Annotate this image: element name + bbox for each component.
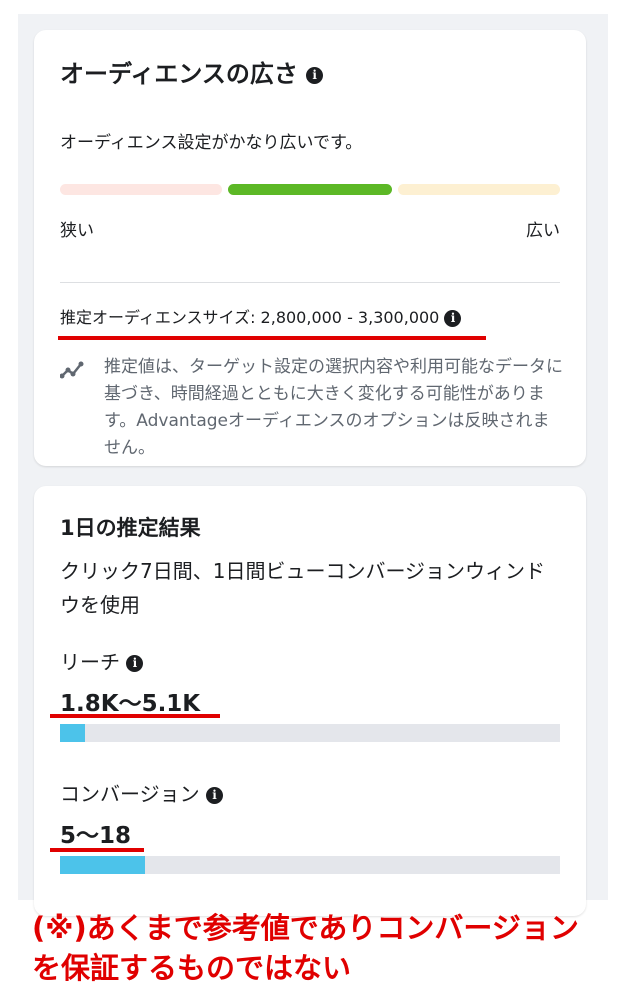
audience-size: 推定オーディエンスサイズ: 2,800,000 - 3,300,000 [60,308,440,327]
reach-label: リーチ [60,650,120,674]
info-icon[interactable]: i [444,310,462,327]
red-underline-annotation [50,714,220,718]
conversion-bar [60,856,560,874]
reach-bar [60,724,560,742]
meter-broad-segment [398,184,560,195]
reach-value: 1.8K〜5.1K [60,691,201,717]
meter-narrow-segment [60,184,222,195]
audience-description: オーディエンス設定がかなり広いです。 [60,133,363,153]
trend-icon [59,358,86,382]
audience-title-row: オーディエンスの広さ i [60,54,324,89]
red-underline-annotation [50,848,144,852]
info-icon[interactable]: i [205,787,223,804]
reach-bar-fill [60,724,85,742]
divider [60,282,560,283]
red-underline-annotation [58,336,486,340]
info-icon[interactable]: i [306,66,324,84]
audience-size-row: 推定オーディエンスサイズ: 2,800,000 - 3,300,000 i [60,304,462,328]
daily-results-card: 1日の推定結果 クリック7日間、1日間ビューコンバージョンウィンドウを使用 リー… [34,486,586,916]
audience-title: オーディエンスの広さ [60,60,298,88]
info-icon[interactable]: i [126,655,144,672]
conversion-value: 5〜18 [60,823,132,849]
estimate-note: 推定値は、ターゲット設定の選択内容や利用可能なデータに基づき、時間経過とともに大… [104,357,563,458]
meter-label-narrow: 狭い [60,221,94,241]
audience-breadth-card: オーディエンスの広さ i オーディエンス設定がかなり広いです。 狭い 広い 推定… [34,30,586,466]
disclaimer-annotation: (※)あくまで参考値でありコンバージョンを保証するものではない [32,911,579,985]
ad-estimate-panel: オーディエンスの広さ i オーディエンス設定がかなり広いです。 狭い 広い 推定… [18,14,608,916]
conversion-label-row: コンバージョン i [60,778,223,807]
daily-subtitle: クリック7日間、1日間ビューコンバージョンウィンドウを使用 [60,559,546,617]
conversion-bar-fill [60,856,145,874]
conversion-label: コンバージョン [60,782,200,806]
reach-label-row: リーチ i [60,646,144,675]
meter-label-broad: 広い [526,221,560,241]
daily-title: 1日の推定結果 [60,516,201,540]
meter-active-segment [228,184,392,195]
